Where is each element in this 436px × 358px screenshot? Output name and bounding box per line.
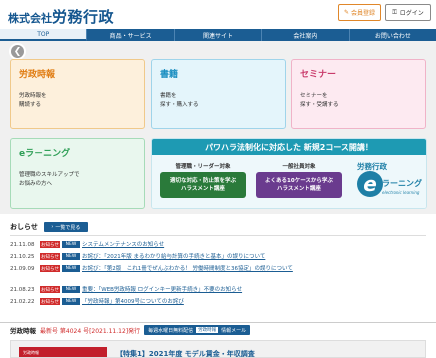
card-desc-line1: 労政時報を [19, 93, 47, 99]
card-desc-line2: お悩みの方へ [19, 181, 53, 187]
news-item: 21.09.09 お知らせ NEW お詫び：「第2版 これ1冊でぜんぶわかる！ … [10, 265, 426, 273]
news-title: おしらせ [10, 223, 38, 231]
rodo-jiho-title: 労政時報 [10, 327, 36, 335]
newsletter-button[interactable]: 毎週水曜日無料配信 労政時報 情報メール [144, 325, 251, 335]
news-date: 21.02.22 [10, 299, 35, 305]
news-item: 21.08.23 お知らせ NEW 重要：「WEB労政時報 ログインキー更新手続… [10, 286, 426, 294]
card-desc-line2: 探す・受講する [300, 102, 339, 108]
nav-item-contact[interactable]: お問い合わせ [350, 29, 436, 41]
latest-issue-text: 最新号 第4024 号[2021.11.12]発行 [40, 327, 141, 335]
card-desc-line2: 購読する [19, 102, 42, 108]
employee-course-line1: よくある10ケースから学ぶ [265, 178, 333, 184]
register-label: 会員登録 [351, 10, 376, 17]
login-label: ログイン [399, 10, 424, 17]
employee-course-line2: ハラスメント講座 [277, 186, 321, 192]
logo-company-name: 労務行政 [52, 8, 115, 26]
chevron-right-icon: › [51, 224, 54, 230]
news-date: 21.11.08 [10, 242, 35, 248]
nav-item-top[interactable]: TOP [0, 29, 88, 41]
manager-course-line1: 適切な対応・防止策を学ぶ [169, 178, 236, 184]
logo-company-prefix: 株式会社 [8, 12, 52, 25]
news-category-badge: お知らせ [40, 286, 60, 293]
nav-item-company[interactable]: 会社案内 [262, 29, 350, 41]
card-title: 書籍 [160, 70, 179, 80]
news-item: 21.11.08 お知らせ NEW システムメンテナンスのお知らせ [10, 241, 426, 249]
site-logo[interactable]: 株式会社 労務行政 [8, 6, 114, 27]
elearning-e-icon: e [357, 171, 383, 197]
chevron-left-icon[interactable]: ❮ [9, 43, 26, 60]
elearning-logo-subtext: ラーニング [382, 179, 422, 188]
news-new-badge: NEW [62, 253, 80, 260]
manager-course-line2: ハラスメント講座 [181, 186, 225, 192]
news-date: 21.08.23 [10, 287, 35, 293]
site-header: 株式会社 労務行政 ✎ 会員登録 ⚿ ログイン [0, 0, 436, 28]
news-list-button[interactable]: › 一覧で見る [43, 222, 88, 232]
news-category-badge: お知らせ [40, 298, 60, 305]
employee-course-label: 一般社員対象 [282, 164, 316, 170]
manager-course-button[interactable]: 適切な対応・防止策を学ぶ ハラスメント講座 [160, 172, 246, 198]
newsletter-tail-label: 情報メール [221, 327, 247, 334]
news-new-badge: NEW [62, 241, 80, 248]
nav-item-products[interactable]: 商品・サービス [87, 29, 175, 41]
news-category-badge: お知らせ [40, 241, 60, 248]
news-link[interactable]: お詫び：「2021年版 まるわかり給与計算の手続きと基本」の誤りについて [82, 253, 265, 261]
banner-body: 管理職・リーダー対象 適切な対応・防止策を学ぶ ハラスメント講座 一般社員対象 … [152, 155, 426, 208]
news-new-badge: NEW [62, 265, 80, 272]
card-desc-line1: 管理職のスキルアップで [19, 172, 80, 178]
news-new-badge: NEW [62, 298, 80, 305]
card-desc-line1: セミナーを [300, 93, 328, 99]
card-seminar[interactable]: セミナー セミナーを 探す・受講する [291, 59, 426, 129]
key-icon: ⚿ [392, 8, 397, 16]
card-title: セミナー [300, 70, 337, 80]
divider [0, 322, 436, 323]
newsletter-sub-label: 労政時報 [196, 327, 219, 333]
feature-title: 【特集1】2021年度 モデル賃金・年収調査 [116, 350, 255, 358]
card-title: eラ－ニング [19, 149, 71, 159]
elearning-logo: 労務行政 e ラーニング electronic learning [355, 161, 423, 205]
news-date: 21.09.09 [10, 266, 35, 272]
news-date: 21.10.25 [10, 254, 35, 260]
nav-item-related-sites[interactable]: 関連サイト [175, 29, 263, 41]
news-item: 21.02.22 お知らせ NEW 「労政時報」第4009号についてのお詫び [10, 298, 426, 306]
news-link[interactable]: お詫び：「第2版 これ1冊でぜんぶわかる！ 労働時間制度と36協定」の誤りについ… [82, 265, 402, 273]
manager-course-label: 管理職・リーダー対象 [175, 164, 231, 170]
employee-course-button[interactable]: よくある10ケースから学ぶ ハラスメント講座 [256, 172, 342, 198]
news-new-badge: NEW [62, 286, 80, 293]
card-elearning[interactable]: eラ－ニング 管理職のスキルアップで お悩みの方へ [10, 138, 145, 209]
card-books[interactable]: 書籍 書籍を 探す・購入する [151, 59, 286, 129]
rodo-jiho-header: 労政時報 最新号 第4024 号[2021.11.12]発行 毎週水曜日無料配信… [10, 325, 251, 335]
card-desc-line1: 書籍を [160, 93, 177, 99]
card-rodo-jiho[interactable]: 労政時報 労政時報を 購読する [10, 59, 145, 129]
news-list-label: 一覧で見る [55, 224, 81, 231]
banner-headline: パワハラ法制化に対応した 新規2コース開講！ [152, 139, 426, 155]
news-category-badge: お知らせ [40, 265, 60, 272]
register-button[interactable]: ✎ 会員登録 [338, 4, 381, 21]
news-link[interactable]: システムメンテナンスのお知らせ [82, 241, 164, 249]
harassment-course-banner[interactable]: パワハラ法制化に対応した 新規2コース開講！ 管理職・リーダー対象 適切な対応・… [151, 138, 427, 209]
divider [10, 235, 426, 236]
news-item: 21.10.25 お知らせ NEW お詫び：「2021年版 まるわかり給与計算の… [10, 253, 426, 261]
card-title: 労政時報 [19, 70, 56, 80]
newsletter-label: 毎週水曜日無料配信 [148, 327, 194, 334]
elearning-logo-tagline: electronic learning [382, 190, 420, 195]
feature-thumbnail: 労政時報 [19, 347, 107, 357]
feature-thumbnail-text: 労政時報 [23, 350, 39, 355]
global-nav: TOP 商品・サービス 関連サイト 会社案内 お問い合わせ [0, 29, 436, 41]
pencil-icon: ✎ [343, 9, 349, 16]
feature-article[interactable]: 労政時報 【特集1】2021年度 モデル賃金・年収調査 [10, 340, 426, 358]
news-link[interactable]: 「労政時報」第4009号についてのお詫び [82, 298, 184, 306]
card-desc-line2: 探す・購入する [160, 102, 199, 108]
login-button[interactable]: ⚿ ログイン [385, 4, 431, 21]
news-category-badge: お知らせ [40, 253, 60, 260]
news-header: おしらせ › 一覧で見る [10, 222, 88, 232]
news-link[interactable]: 重要：「WEB労政時報 ログインキー更新手続き」不要のお知らせ [82, 286, 242, 294]
